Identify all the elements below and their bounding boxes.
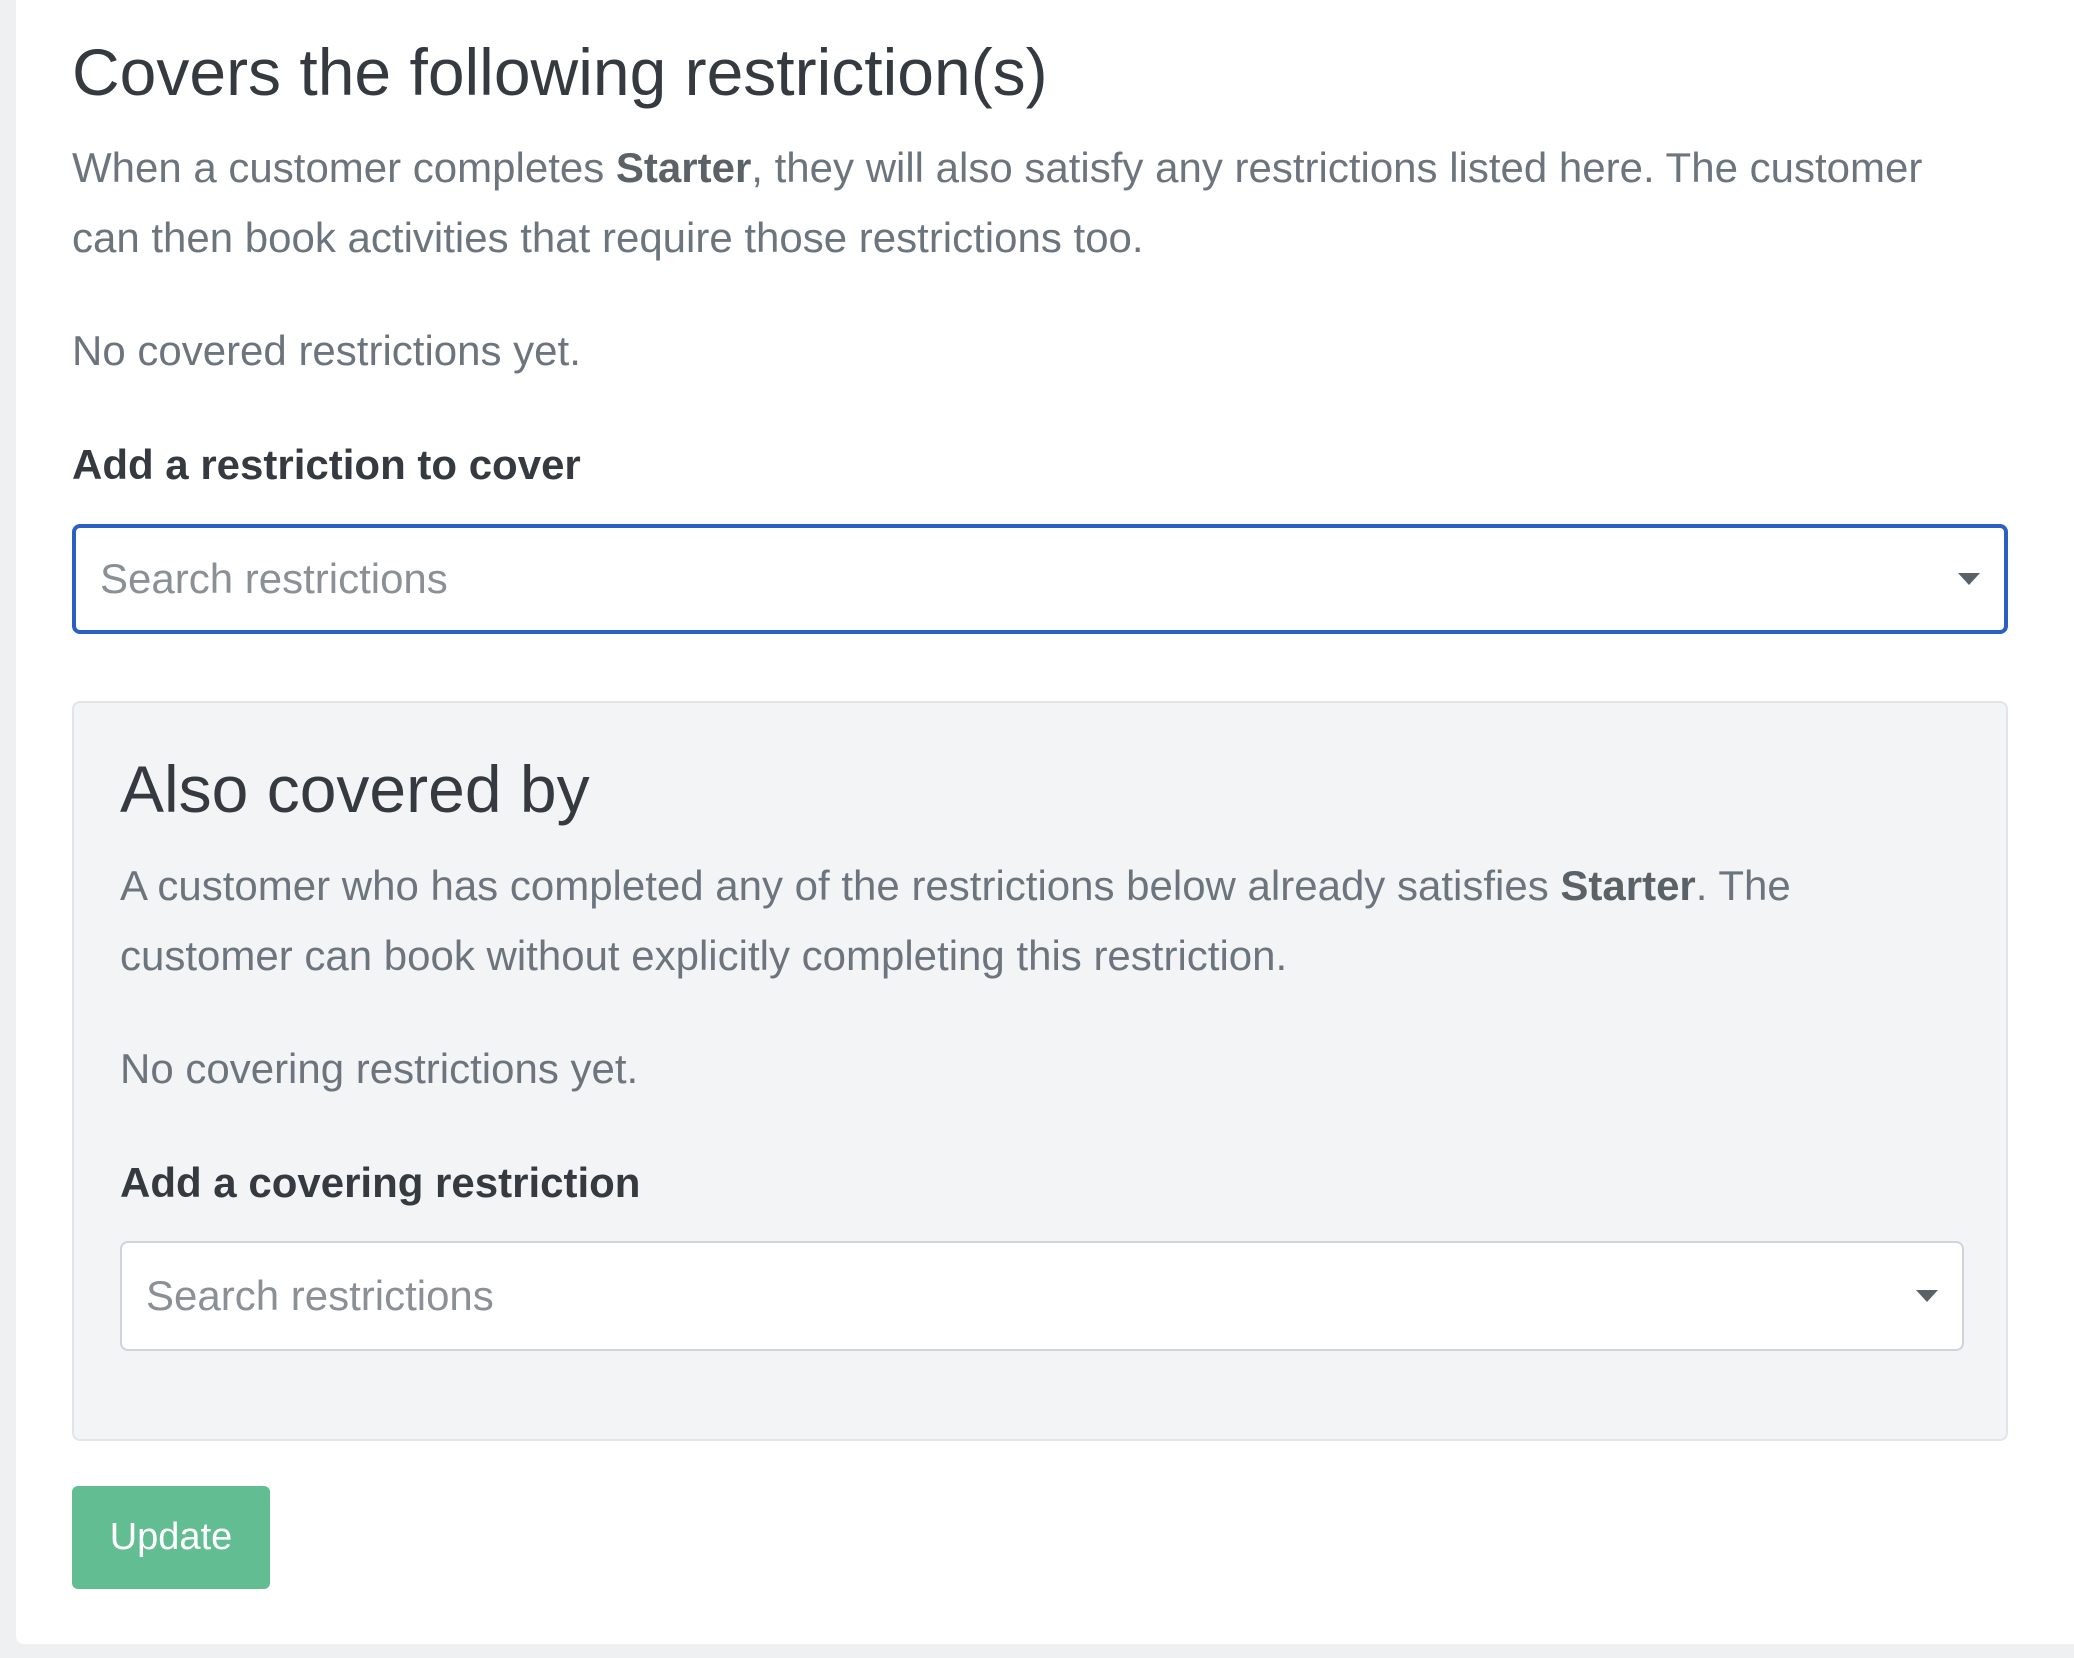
- covers-restriction-name: Starter: [615, 144, 752, 191]
- also-covered-by-title: Also covered by: [120, 752, 590, 826]
- add-covering-restriction-label: Add a covering restriction: [120, 1159, 641, 1206]
- update-button[interactable]: Update: [72, 1486, 270, 1589]
- covers-description-before: When a customer completes: [72, 144, 616, 191]
- caret-down-icon[interactable]: [1958, 573, 1980, 585]
- covered-restriction-search-input[interactable]: [100, 549, 1924, 609]
- covering-restriction-select[interactable]: [120, 1241, 1964, 1351]
- covers-description: When a customer completes Starter, they …: [72, 133, 1972, 273]
- covered-by-restriction-name: Starter: [1560, 862, 1696, 909]
- covered-by-empty-message: No covering restrictions yet.: [120, 1045, 639, 1092]
- also-covered-by-card: Also covered by A customer who has compl…: [72, 701, 2008, 1441]
- add-covered-restriction-label: Add a restriction to cover: [72, 441, 581, 488]
- covers-section-title: Covers the following restriction(s): [72, 35, 1048, 109]
- covered-by-description-before: A customer who has completed any of the …: [120, 862, 1561, 909]
- also-covered-by-description: A customer who has completed any of the …: [120, 851, 1964, 991]
- restrictions-panel: Covers the following restriction(s) When…: [16, 0, 2074, 1644]
- covers-empty-message: No covered restrictions yet.: [72, 327, 581, 374]
- covered-restriction-select[interactable]: [72, 524, 2008, 634]
- covering-restriction-search-input[interactable]: [146, 1266, 1882, 1326]
- caret-down-icon[interactable]: [1916, 1290, 1938, 1302]
